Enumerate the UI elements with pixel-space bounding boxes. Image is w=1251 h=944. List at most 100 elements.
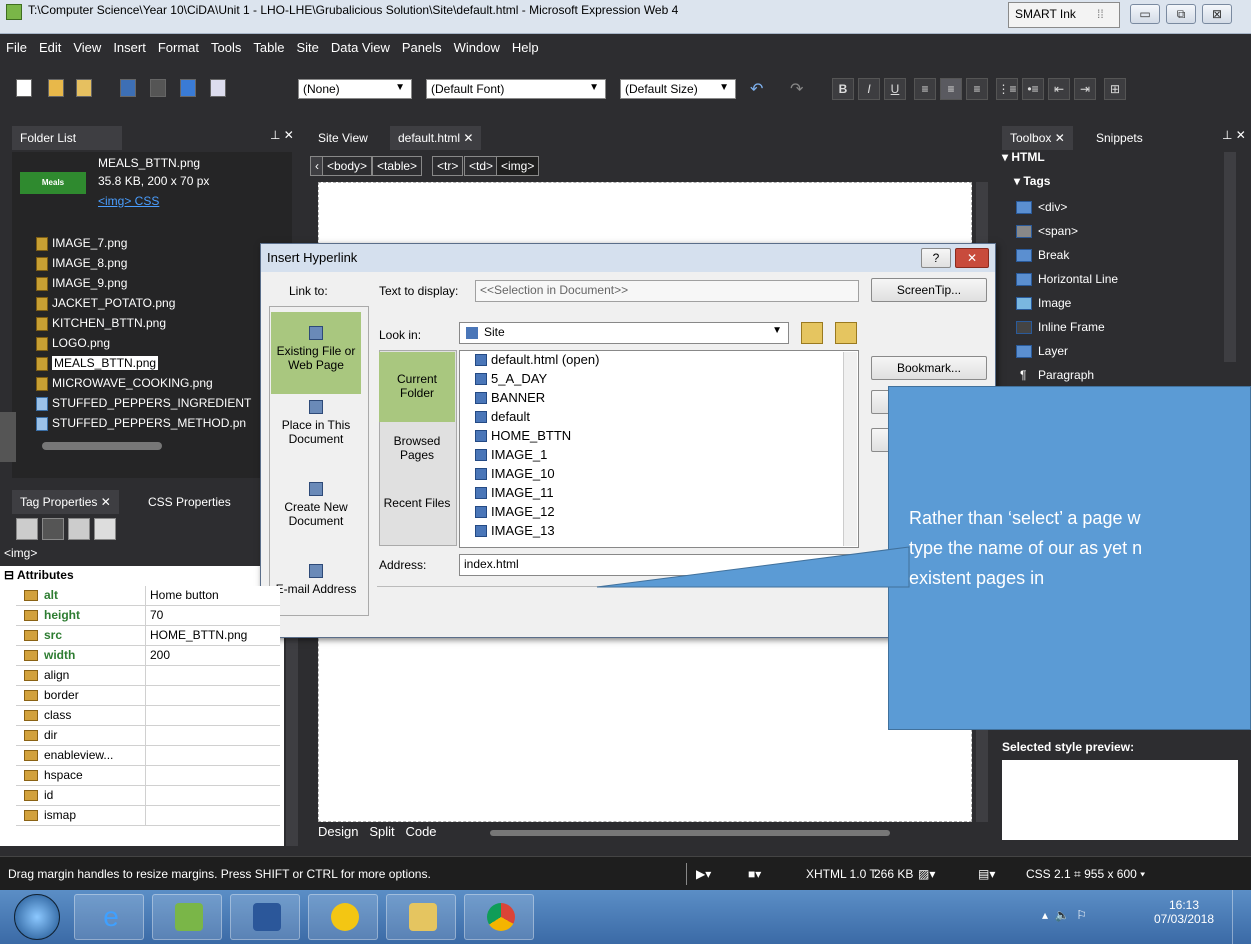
minimize-button[interactable]: ▭ [1130, 4, 1160, 24]
visual-aids-icon[interactable]: ▨▾ [918, 867, 935, 881]
browse-folder-icon[interactable] [835, 322, 857, 344]
file-item[interactable]: IMAGE_8.png [36, 256, 127, 271]
attribute-row[interactable]: enableview... [16, 746, 280, 766]
close-button[interactable]: ⊠ [1202, 4, 1232, 24]
file-item[interactable]: MICROWAVE_COOKING.png [36, 376, 213, 391]
link-email-address[interactable]: E-mail Address [271, 564, 361, 596]
attribute-row[interactable]: align [16, 666, 280, 686]
attribute-value[interactable]: 200 [150, 646, 170, 665]
dialog-file-item[interactable]: 5_A_DAY [475, 371, 547, 386]
restore-button[interactable]: ⧉ [1166, 4, 1196, 24]
attribute-row[interactable]: hspace [16, 766, 280, 786]
menu-file[interactable]: File [0, 34, 33, 62]
dialog-file-item[interactable]: default [475, 409, 530, 424]
attribute-row[interactable]: border [16, 686, 280, 706]
increase-indent-icon[interactable]: ⇥ [1074, 78, 1096, 100]
attribute-row[interactable]: dir [16, 726, 280, 746]
accessibility-icon[interactable]: ▶▾ [696, 867, 711, 881]
taskbar-internet-explorer[interactable]: e [74, 894, 144, 940]
collapse-handle[interactable] [0, 412, 16, 462]
clock[interactable]: 16:13 07/03/2018 [1152, 898, 1216, 926]
borders-icon[interactable]: ⊞ [1104, 78, 1126, 100]
align-right-icon[interactable]: ≡ [966, 78, 988, 100]
save-icon[interactable] [120, 79, 136, 97]
toolbox-item-div[interactable]: <div> [1016, 200, 1067, 214]
dialog-file-item[interactable]: IMAGE_13 [475, 523, 555, 538]
bookmark-button[interactable]: Bookmark... [871, 356, 987, 380]
tab-split[interactable]: Split [369, 824, 394, 839]
preview-icon[interactable] [210, 79, 226, 97]
dialog-close-button[interactable]: ✕ [955, 248, 989, 268]
toolbox-group-html[interactable]: ▾ HTML [1002, 150, 1045, 164]
start-button[interactable] [14, 894, 60, 940]
tab-snippets[interactable]: Snippets [1088, 126, 1151, 150]
menu-format[interactable]: Format [152, 34, 205, 62]
preview-links[interactable]: <img> CSS [98, 194, 159, 208]
help-button[interactable]: ? [921, 248, 951, 268]
attribute-row[interactable]: ismap [16, 806, 280, 826]
decrease-indent-icon[interactable]: ⇤ [1048, 78, 1070, 100]
menu-view[interactable]: View [67, 34, 107, 62]
dialog-file-item[interactable]: default.html (open) [475, 352, 599, 367]
redo-icon[interactable]: ↷ [790, 79, 803, 99]
open-folder-icon[interactable] [76, 79, 92, 97]
tray-icons[interactable]: ▴ 🔈 ⚐ [1042, 908, 1087, 922]
breadcrumb-table[interactable]: <table> [372, 156, 423, 176]
breadcrumb-body[interactable]: <body> [322, 156, 373, 176]
up-folder-icon[interactable] [801, 322, 823, 344]
screentip-button[interactable]: ScreenTip... [871, 278, 987, 302]
align-center-icon[interactable]: ≡ [940, 78, 962, 100]
file-item[interactable]: JACKET_POTATO.png [36, 296, 175, 311]
tab-site-view[interactable]: Site View [310, 126, 376, 150]
toolbox-item-inline-frame[interactable]: Inline Frame [1016, 320, 1105, 334]
menu-window[interactable]: Window [448, 34, 506, 62]
toolbox-item-horizontal-line[interactable]: Horizontal Line [1016, 272, 1118, 286]
pin-icon[interactable]: ⊥ ✕ [1222, 128, 1246, 142]
taskbar-chrome[interactable] [464, 894, 534, 940]
attribute-value[interactable]: HOME_BTTN.png [150, 626, 247, 645]
text-display-field[interactable]: <<Selection in Document>> [475, 280, 859, 302]
new-site-icon[interactable] [48, 79, 64, 97]
attribute-value[interactable]: 70 [150, 606, 163, 625]
categorize-icon[interactable] [16, 518, 38, 540]
horizontal-scrollbar[interactable] [42, 442, 162, 450]
edit-tag-icon[interactable] [94, 518, 116, 540]
toolbox-item-paragraph[interactable]: ¶ Paragraph [1020, 368, 1094, 382]
attributes-section[interactable]: ⊟ Attributes [4, 568, 74, 582]
tab-toolbox[interactable]: Toolbox ✕ [1002, 126, 1073, 150]
attribute-row[interactable]: width 200 [16, 646, 280, 666]
file-item[interactable]: LOGO.png [36, 336, 110, 351]
css-version-indicator[interactable]: CSS 2.1 [1026, 867, 1071, 881]
tab-css-properties[interactable]: CSS Properties [140, 490, 239, 514]
underline-button[interactable]: U [884, 78, 906, 100]
file-item-selected[interactable]: MEALS_BTTN.png [36, 356, 159, 371]
tab-code[interactable]: Code [405, 824, 436, 839]
menu-data-view[interactable]: Data View [325, 34, 396, 62]
menu-insert[interactable]: Insert [107, 34, 152, 62]
attribute-value[interactable]: Home button [150, 586, 219, 605]
horizontal-scrollbar[interactable] [490, 830, 890, 836]
taskbar-smart-notebook[interactable] [308, 894, 378, 940]
link-place-in-document[interactable]: Place in This Document [271, 400, 361, 446]
tab-default-html[interactable]: default.html ✕ [390, 126, 482, 150]
toolbox-group-tags[interactable]: ▾ Tags [1014, 174, 1050, 188]
file-item[interactable]: KITCHEN_BTTN.png [36, 316, 166, 331]
show-set-properties-icon[interactable] [68, 518, 90, 540]
breadcrumb-tr[interactable]: <tr> [432, 156, 464, 176]
attribute-row[interactable]: src HOME_BTTN.png [16, 626, 280, 646]
file-item[interactable]: IMAGE_9.png [36, 276, 127, 291]
menu-site[interactable]: Site [290, 34, 324, 62]
dialog-file-item[interactable]: BANNER [475, 390, 545, 405]
taskbar-expression-web[interactable] [152, 894, 222, 940]
menu-help[interactable]: Help [506, 34, 545, 62]
smart-ink-button[interactable]: SMART Ink ⁞⁞ [1008, 2, 1120, 28]
menu-table[interactable]: Table [247, 34, 290, 62]
menu-tools[interactable]: Tools [205, 34, 247, 62]
recent-files-button[interactable]: Recent Files [379, 496, 455, 510]
attribute-row[interactable]: height 70 [16, 606, 280, 626]
link-create-new-document[interactable]: Create New Document [271, 482, 361, 528]
breadcrumb-img[interactable]: <img> [496, 156, 540, 176]
tab-design[interactable]: Design [318, 824, 358, 839]
sharepoint-icon[interactable] [180, 79, 196, 97]
doctype-indicator[interactable]: XHTML 1.0 T [806, 867, 877, 881]
